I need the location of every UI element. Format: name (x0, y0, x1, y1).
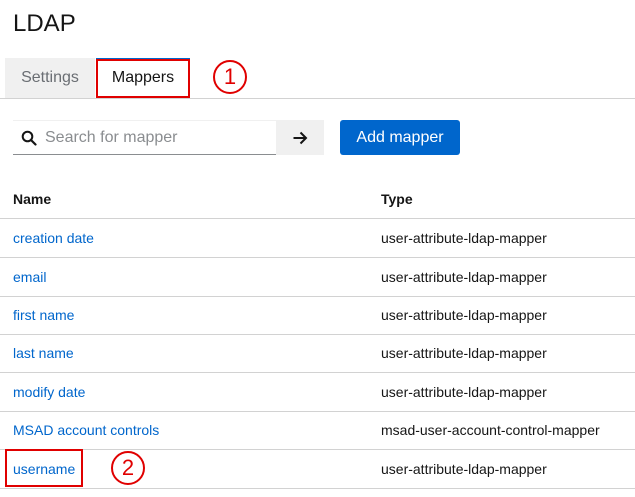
table-row: last name user-attribute-ldap-mapper (0, 334, 635, 373)
highlight-box-mappers-tab (96, 59, 190, 98)
mapper-name-link[interactable]: last name (13, 334, 74, 372)
mapper-name-link[interactable]: first name (13, 296, 74, 334)
mapper-type: user-attribute-ldap-mapper (381, 307, 547, 323)
table-header: Name Type (0, 180, 635, 219)
search-icon (21, 130, 37, 146)
mapper-name-link[interactable]: email (13, 258, 46, 296)
page-title: LDAP (13, 10, 76, 37)
table-row: username user-attribute-ldap-mapper (0, 450, 635, 489)
mapper-type: user-attribute-ldap-mapper (381, 345, 547, 361)
mapper-type: user-attribute-ldap-mapper (381, 269, 547, 285)
column-header-name[interactable]: Name (13, 180, 51, 218)
search-input[interactable] (45, 121, 270, 154)
mapper-type: msad-user-account-control-mapper (381, 422, 600, 438)
table-row: email user-attribute-ldap-mapper (0, 258, 635, 297)
column-header-type[interactable]: Type (381, 180, 413, 218)
highlight-box-username (5, 449, 83, 487)
mapper-name-link[interactable]: MSAD account controls (13, 411, 159, 449)
table-row: modify date user-attribute-ldap-mapper (0, 373, 635, 412)
search-box[interactable] (13, 120, 276, 155)
table-row: creation date user-attribute-ldap-mapper (0, 219, 635, 258)
mapper-type: user-attribute-ldap-mapper (381, 461, 547, 477)
annotation-marker-2: 2 (111, 451, 145, 485)
table-row: MSAD account controls msad-user-account-… (0, 411, 635, 450)
tab-settings[interactable]: Settings (5, 58, 95, 98)
annotation-marker-1: 1 (213, 60, 247, 94)
search-submit-button[interactable] (276, 120, 324, 155)
mapper-type: user-attribute-ldap-mapper (381, 384, 547, 400)
mapper-name-link[interactable]: modify date (13, 373, 85, 411)
table-row: first name user-attribute-ldap-mapper (0, 296, 635, 335)
mapper-type: user-attribute-ldap-mapper (381, 230, 547, 246)
add-mapper-button[interactable]: Add mapper (340, 120, 460, 155)
arrow-right-icon (293, 131, 308, 145)
mapper-name-link[interactable]: creation date (13, 219, 94, 257)
